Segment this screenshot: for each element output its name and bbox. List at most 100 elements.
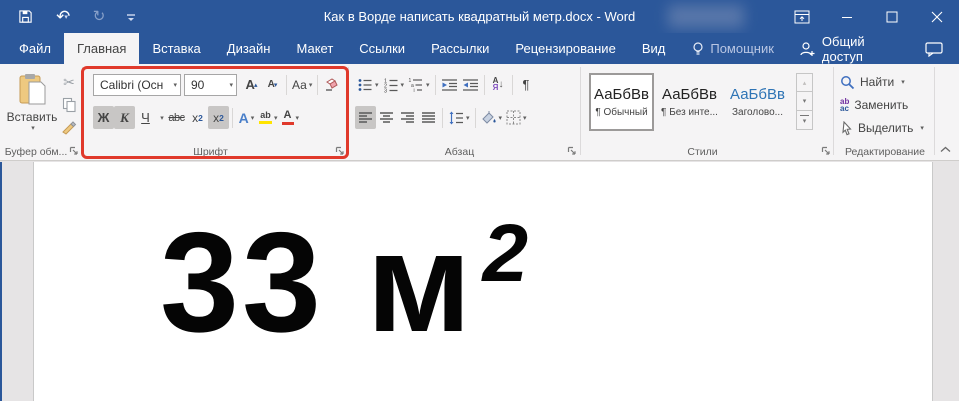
- shrink-font-button[interactable]: А▾: [262, 73, 283, 96]
- replace-button[interactable]: ab ac Заменить: [840, 94, 908, 116]
- styles-group: АаБбВв ¶ Обычный АаБбВв ¶ Без инте... Аа…: [581, 64, 834, 160]
- font-name-dropdown-icon: ▾: [173, 81, 177, 89]
- font-size-dropdown-icon: ▾: [229, 81, 233, 89]
- clipboard-group-label: Буфер обм...: [0, 146, 72, 158]
- copy-icon: [62, 97, 77, 113]
- format-painter-icon: [61, 120, 77, 136]
- styles-dialog-launcher[interactable]: [820, 145, 832, 157]
- copy-button[interactable]: [58, 94, 80, 116]
- font-size-combobox[interactable]: 90 ▾: [184, 74, 237, 96]
- share-button[interactable]: Общий доступ: [787, 33, 917, 64]
- bullets-button[interactable]: ▾: [355, 73, 381, 96]
- select-label: Выделить: [858, 121, 913, 135]
- tab-references[interactable]: Ссылки: [346, 33, 418, 64]
- clear-formatting-button[interactable]: [321, 73, 342, 96]
- maximize-button[interactable]: [869, 0, 914, 33]
- tab-file[interactable]: Файл: [6, 33, 64, 64]
- superscript-button[interactable]: x2: [208, 106, 229, 129]
- font-name-value: Calibri (Осн: [100, 78, 170, 92]
- format-painter-button[interactable]: [58, 117, 80, 139]
- cut-button[interactable]: ✂: [58, 71, 80, 93]
- editing-group-label: Редактирование: [836, 146, 934, 158]
- close-button[interactable]: [914, 0, 959, 33]
- tab-view[interactable]: Вид: [629, 33, 679, 64]
- align-right-button[interactable]: [397, 106, 418, 129]
- tab-home[interactable]: Главная: [64, 33, 139, 64]
- paragraph-dialog-launcher[interactable]: [566, 145, 578, 157]
- multilevel-list-button[interactable]: 1 a i ▾: [406, 73, 432, 96]
- strikethrough-button[interactable]: abc: [166, 106, 187, 129]
- shading-button[interactable]: ▾: [479, 106, 505, 129]
- align-left-button[interactable]: [355, 106, 376, 129]
- styles-more-button[interactable]: ▾: [796, 111, 813, 130]
- ribbon-display-options-icon: [794, 10, 810, 24]
- italic-button[interactable]: К: [114, 106, 135, 129]
- style-no-spacing[interactable]: АаБбВв ¶ Без инте...: [657, 73, 722, 131]
- font-color-button[interactable]: А ▾: [280, 106, 302, 129]
- underline-dropdown-button[interactable]: ▾: [156, 106, 166, 129]
- underline-button[interactable]: Ч: [135, 106, 156, 129]
- show-marks-button[interactable]: ¶: [516, 73, 537, 96]
- text-effects-button[interactable]: А ▾: [236, 106, 257, 129]
- customize-quick-access-button[interactable]: [120, 5, 142, 29]
- sort-button[interactable]: А Я ↓: [488, 73, 509, 96]
- clipboard-dialog-launcher[interactable]: [68, 145, 80, 157]
- minimize-button[interactable]: [824, 0, 869, 33]
- tab-layout[interactable]: Макет: [283, 33, 346, 64]
- paste-dropdown-icon: ▾: [31, 124, 35, 132]
- numbering-button[interactable]: 123 ▾: [381, 73, 407, 96]
- paste-button[interactable]: Вставить ▾: [7, 69, 57, 143]
- styles-scroll-up-button[interactable]: ▴: [796, 73, 813, 92]
- text-effects-dropdown-icon: ▾: [251, 114, 255, 122]
- justify-button[interactable]: [418, 106, 439, 129]
- decrease-indent-button[interactable]: [439, 73, 460, 96]
- grow-font-button[interactable]: А▴: [241, 73, 262, 96]
- undo-button[interactable]: ↶ ▾: [46, 5, 78, 29]
- find-button[interactable]: Найти ▾: [840, 71, 905, 93]
- editing-group: Найти ▾ ab ac Заменить Выделить ▾ Ре: [836, 64, 934, 160]
- highlighter-icon: ab: [259, 111, 272, 124]
- redo-button[interactable]: ↻: [88, 5, 110, 29]
- align-center-button[interactable]: [376, 106, 397, 129]
- change-case-button[interactable]: Аа ▾: [290, 73, 314, 96]
- collapse-ribbon-button[interactable]: [936, 142, 954, 156]
- superscript-digit: 2: [219, 113, 224, 123]
- separator: [317, 75, 318, 95]
- document-page[interactable]: 33 м2: [33, 162, 933, 401]
- tab-insert[interactable]: Вставка: [139, 33, 213, 64]
- increase-indent-button[interactable]: [460, 73, 481, 96]
- text-effects-label: А: [239, 110, 249, 126]
- style-name: Заголово...: [732, 107, 783, 118]
- ribbon-display-options-button[interactable]: [779, 0, 824, 33]
- style-heading1[interactable]: АаБбВв Заголово...: [725, 73, 790, 131]
- minimize-icon: [841, 11, 853, 23]
- tab-mailings[interactable]: Рассылки: [418, 33, 502, 64]
- highlight-dropdown-icon: ▾: [274, 114, 278, 122]
- feedback-button[interactable]: [917, 33, 959, 64]
- bold-button[interactable]: Ж: [93, 106, 114, 129]
- borders-dropdown-icon: ▾: [523, 114, 527, 122]
- clipboard-group: Вставить ▾ ✂: [0, 64, 82, 160]
- style-preview: АаБбВв: [730, 86, 785, 103]
- select-button[interactable]: Выделить ▾: [840, 117, 924, 139]
- tab-assistant[interactable]: Помощник: [678, 33, 787, 64]
- numbering-icon: 123: [383, 77, 399, 93]
- document-area: 33 м2: [0, 162, 959, 401]
- font-name-combobox[interactable]: Calibri (Осн ▾: [93, 74, 181, 96]
- line-spacing-button[interactable]: ▾: [446, 106, 472, 129]
- tab-layout-label: Макет: [296, 41, 333, 56]
- find-dropdown-icon: ▾: [901, 78, 905, 86]
- tab-review[interactable]: Рецензирование: [502, 33, 628, 64]
- blurred-account-name: [668, 5, 744, 28]
- text-highlight-button[interactable]: ab ▾: [257, 106, 280, 129]
- styles-scroll-down-button[interactable]: ▾: [796, 92, 813, 111]
- font-dialog-launcher[interactable]: [334, 145, 346, 157]
- save-button[interactable]: [14, 5, 36, 29]
- share-button-label: Общий доступ: [822, 34, 905, 64]
- subscript-button[interactable]: x2: [187, 106, 208, 129]
- tab-design[interactable]: Дизайн: [214, 33, 284, 64]
- select-dropdown-icon: ▾: [920, 124, 924, 132]
- borders-button[interactable]: ▾: [504, 106, 529, 129]
- style-normal[interactable]: АаБбВв ¶ Обычный: [589, 73, 654, 131]
- decrease-indent-icon: [441, 78, 458, 92]
